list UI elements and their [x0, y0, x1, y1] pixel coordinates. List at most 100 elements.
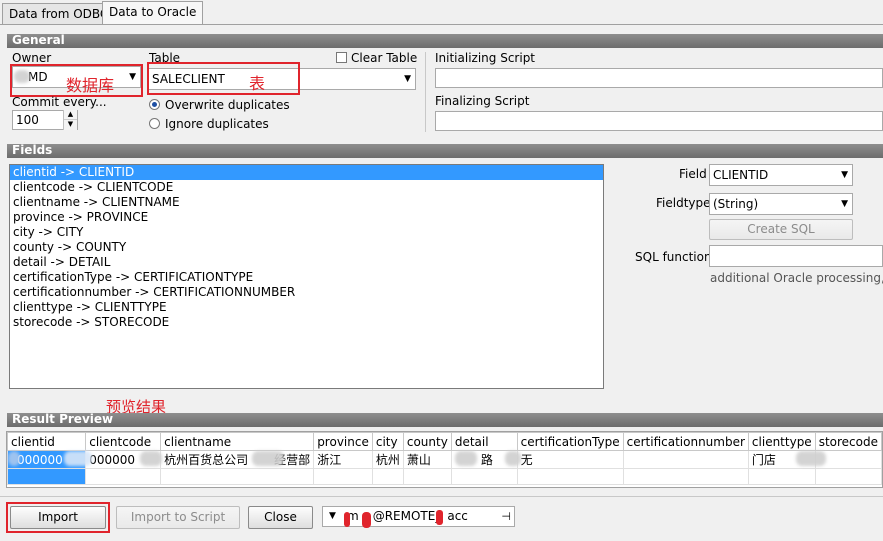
table-cell[interactable]: 杭州百货总公司 经营部 — [160, 450, 315, 469]
column-header[interactable]: certificationType — [516, 432, 624, 451]
ignore-duplicates-radio[interactable] — [149, 118, 160, 129]
field-label: Field — [679, 167, 707, 181]
list-item[interactable]: clienttype -> CLIENTTYPE — [10, 300, 603, 315]
fieldtype-label: Fieldtype — [656, 196, 711, 210]
commit-every-label: Commit every... — [12, 95, 107, 109]
connection-selector[interactable]: ▼ m @REMOTE_ acc ⊣ — [322, 506, 515, 527]
table-cell[interactable] — [313, 468, 373, 485]
list-item[interactable]: certificationnumber -> CERTIFICATIONNUMB… — [10, 285, 603, 300]
tab-data-to-oracle[interactable]: Data to Oracle — [102, 1, 204, 25]
initializing-script-input[interactable] — [435, 68, 883, 88]
ignore-duplicates-label: Ignore duplicates — [165, 117, 269, 131]
spin-down-icon[interactable]: ▼ — [64, 120, 77, 129]
overwrite-duplicates-radio[interactable] — [149, 99, 160, 110]
table-cell[interactable] — [402, 468, 452, 485]
column-header[interactable]: clientid — [7, 432, 87, 451]
clear-table-label: Clear Table — [351, 51, 418, 65]
chevron-down-icon: ▼ — [404, 74, 411, 84]
table-cell[interactable] — [516, 468, 624, 485]
table-annotation: 表 — [249, 74, 266, 93]
commit-every-value: 100 — [16, 113, 39, 127]
redacted-mark — [140, 451, 162, 466]
redacted-mark — [64, 451, 92, 466]
column-header[interactable]: clientname — [160, 432, 315, 451]
commit-every-input[interactable]: 100 ▲ ▼ — [12, 110, 78, 130]
column-header[interactable]: detail — [450, 432, 518, 451]
footer-divider — [0, 496, 883, 497]
list-item[interactable]: clientid -> CLIENTID — [10, 165, 603, 180]
owner-label: Owner — [12, 51, 52, 65]
table-cell[interactable] — [371, 468, 404, 485]
table-cell[interactable]: 萧山 — [402, 450, 452, 469]
table-cell[interactable] — [814, 468, 882, 485]
table-row[interactable]: 000000 000000 杭州百货总公司 经营部 浙江 杭州 萧山 路 无 门店 — [7, 450, 882, 469]
redacted-mark — [8, 451, 20, 466]
column-header[interactable]: city — [371, 432, 404, 451]
list-item[interactable]: detail -> DETAIL — [10, 255, 603, 270]
sql-function-hint: additional Oracle processing, for — [710, 271, 883, 285]
import-highlight-box — [6, 502, 110, 533]
table-cell[interactable] — [160, 468, 315, 485]
redacted-mark — [344, 512, 350, 527]
spin-up-icon[interactable]: ▲ — [64, 110, 77, 120]
fields-section-header: Fields — [7, 144, 883, 158]
finalizing-script-label: Finalizing Script — [435, 94, 530, 108]
column-header[interactable]: county — [402, 432, 452, 451]
commit-every-spinner[interactable]: ▲ ▼ — [63, 110, 77, 130]
table-cell[interactable] — [747, 468, 816, 485]
finalizing-script-input[interactable] — [435, 111, 883, 131]
table-header-row: clientid clientcode clientname province … — [7, 432, 882, 451]
table-cell[interactable] — [622, 468, 749, 485]
list-item[interactable]: storecode -> STORECODE — [10, 315, 603, 330]
close-button[interactable]: Close — [248, 506, 313, 529]
chevron-down-icon: ▼ — [329, 511, 336, 521]
fieldtype-combo[interactable]: (String) ▼ — [709, 193, 853, 215]
table-highlight-box — [147, 62, 300, 95]
table-row[interactable] — [7, 468, 882, 485]
redacted-mark — [362, 512, 371, 528]
redacted-mark — [455, 451, 477, 466]
list-item[interactable]: province -> PROVINCE — [10, 210, 603, 225]
pin-icon[interactable]: ⊣ — [501, 507, 511, 526]
list-item[interactable]: city -> CITY — [10, 225, 603, 240]
list-item[interactable]: clientname -> CLIENTNAME — [10, 195, 603, 210]
result-preview-header: Result Preview — [7, 413, 883, 427]
owner-annotation: 数据库 — [66, 76, 115, 95]
initializing-script-label: Initializing Script — [435, 51, 536, 65]
field-value: CLIENTID — [713, 168, 769, 182]
column-header[interactable]: clientcode — [85, 432, 162, 451]
list-item[interactable]: certificationType -> CERTIFICATIONTYPE — [10, 270, 603, 285]
table-cell[interactable] — [450, 468, 518, 485]
clear-table-checkbox[interactable] — [336, 52, 347, 63]
general-section-header: General — [7, 34, 883, 48]
redacted-mark — [252, 451, 284, 466]
fieldtype-value: (String) — [713, 197, 759, 211]
general-divider — [425, 52, 426, 132]
result-preview-grid[interactable]: clientid clientcode clientname province … — [6, 431, 883, 488]
tab-data-from-odbc[interactable]: Data from ODBC — [2, 3, 116, 25]
create-sql-button[interactable]: Create SQL — [709, 219, 853, 240]
result-table: clientid clientcode clientname province … — [7, 432, 882, 485]
field-mapping-list[interactable]: clientid -> CLIENTID clientcode -> CLIEN… — [9, 164, 604, 389]
column-header[interactable]: storecode — [814, 432, 882, 451]
list-item[interactable]: county -> COUNTY — [10, 240, 603, 255]
table-cell[interactable]: 浙江 — [313, 450, 373, 469]
tab-divider — [0, 24, 883, 25]
overwrite-duplicates-label: Overwrite duplicates — [165, 98, 290, 112]
column-header[interactable]: certificationnumber — [622, 432, 749, 451]
redacted-mark — [436, 510, 443, 525]
list-item[interactable]: clientcode -> CLIENTCODE — [10, 180, 603, 195]
sql-function-input[interactable] — [709, 245, 883, 267]
table-cell[interactable]: 杭州 — [371, 450, 404, 469]
sql-function-label: SQL function — [635, 250, 712, 264]
table-cell[interactable] — [85, 468, 162, 485]
column-header[interactable]: province — [313, 432, 373, 451]
table-cell[interactable] — [7, 468, 87, 485]
field-combo[interactable]: CLIENTID ▼ — [709, 164, 853, 186]
redacted-mark — [796, 451, 826, 466]
column-header[interactable]: clienttype — [747, 432, 816, 451]
import-to-script-button[interactable]: Import to Script — [116, 506, 240, 529]
table-cell[interactable] — [622, 450, 749, 469]
table-cell[interactable]: 无 — [516, 450, 624, 469]
chevron-down-icon: ▼ — [841, 170, 848, 180]
